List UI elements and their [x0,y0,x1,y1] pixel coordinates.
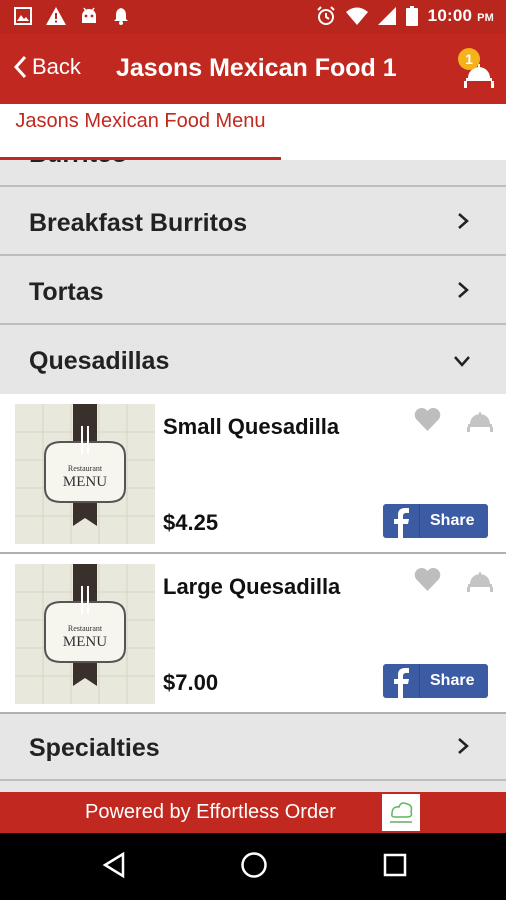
powered-by-text: Powered by Effortless Order [85,801,336,823]
add-to-cart-icon[interactable] [466,568,494,592]
restaurant-menu-thumbnail: Restaurant MENU [15,404,155,544]
category-label: Breakfast Burritos [29,209,248,237]
category-specialties[interactable]: Specialties [0,714,506,781]
thumbnail-caption-small: Restaurant [68,624,103,633]
recents-nav-icon[interactable] [382,851,408,879]
chevron-left-icon [13,55,27,79]
battery-icon [405,6,418,26]
facebook-share-button[interactable]: Share [383,664,488,698]
chevron-right-icon [458,282,469,298]
system-icons: 10:00 PM [316,6,494,26]
category-breakfast-burritos[interactable]: Breakfast Burritos [0,189,506,256]
item-price: $4.25 [163,510,219,535]
facebook-icon [394,504,420,538]
category-label: Tortas [29,278,104,306]
back-nav-icon[interactable] [102,851,126,879]
share-label: Share [430,672,475,689]
item-name: Large Quesadilla [163,574,341,599]
warning-icon [46,7,66,25]
menu-list[interactable]: Burritos Breakfast Burritos Tortas Quesa… [0,160,506,792]
category-label: Quesadillas [29,347,170,375]
category-label: Specialties [29,734,160,762]
thumbnail-caption-large: MENU [63,634,107,650]
facebook-share-button[interactable]: Share [383,504,488,538]
powered-by-footer: Powered by Effortless Order [0,792,506,833]
category-tortas[interactable]: Tortas [0,258,506,325]
chevron-down-icon [454,356,470,367]
cart-count-badge: 1 [458,48,480,70]
home-nav-icon[interactable] [240,851,268,879]
favorite-heart-icon[interactable] [414,568,441,592]
bell-icon [114,8,128,25]
menu-item-large-quesadilla[interactable]: Restaurant MENU Large Quesadilla $7.00 S… [0,554,506,714]
chevron-right-icon [456,160,470,162]
add-to-cart-icon[interactable] [466,408,494,432]
back-button[interactable]: Back [12,54,81,80]
thumbnail-caption-large: MENU [63,474,107,490]
alarm-icon [316,6,335,25]
status-bar: 10:00 PM [0,0,506,34]
clock: 10:00 PM [427,6,494,25]
chevron-right-icon [458,738,469,754]
page-title: Jasons Mexican Food 1 [116,54,397,82]
tab-menu[interactable]: Jasons Mexican Food Menu [0,104,281,160]
app-bar: Back Jasons Mexican Food 1 1 [0,34,506,104]
notification-icons [14,7,130,25]
share-label: Share [430,512,475,529]
restaurant-menu-thumbnail: Restaurant MENU [15,564,155,704]
wifi-icon [345,7,368,25]
image-notification-icon [14,7,32,25]
item-price: $7.00 [163,670,219,695]
category-burritos[interactable]: Burritos [0,160,506,187]
item-name: Small Quesadilla [163,414,340,439]
menu-item-small-quesadilla[interactable]: Restaurant MENU Small Quesadilla $4.25 S… [0,394,506,554]
system-nav-bar [0,833,506,900]
tab-bar: Jasons Mexican Food Menu [0,104,506,160]
category-quesadillas[interactable]: Quesadillas [0,327,506,394]
effortless-order-logo [382,794,420,831]
back-label: Back [32,54,81,79]
tab-menu-label: Jasons Mexican Food Menu [15,110,266,132]
favorite-heart-icon[interactable] [414,408,441,432]
chevron-right-icon [458,213,469,229]
android-icon [82,7,96,23]
category-label: Burritos [29,160,126,169]
thumbnail-caption-small: Restaurant [68,464,103,473]
facebook-icon [394,664,420,698]
signal-icon [377,7,396,25]
cart-button[interactable]: 1 [458,48,498,92]
